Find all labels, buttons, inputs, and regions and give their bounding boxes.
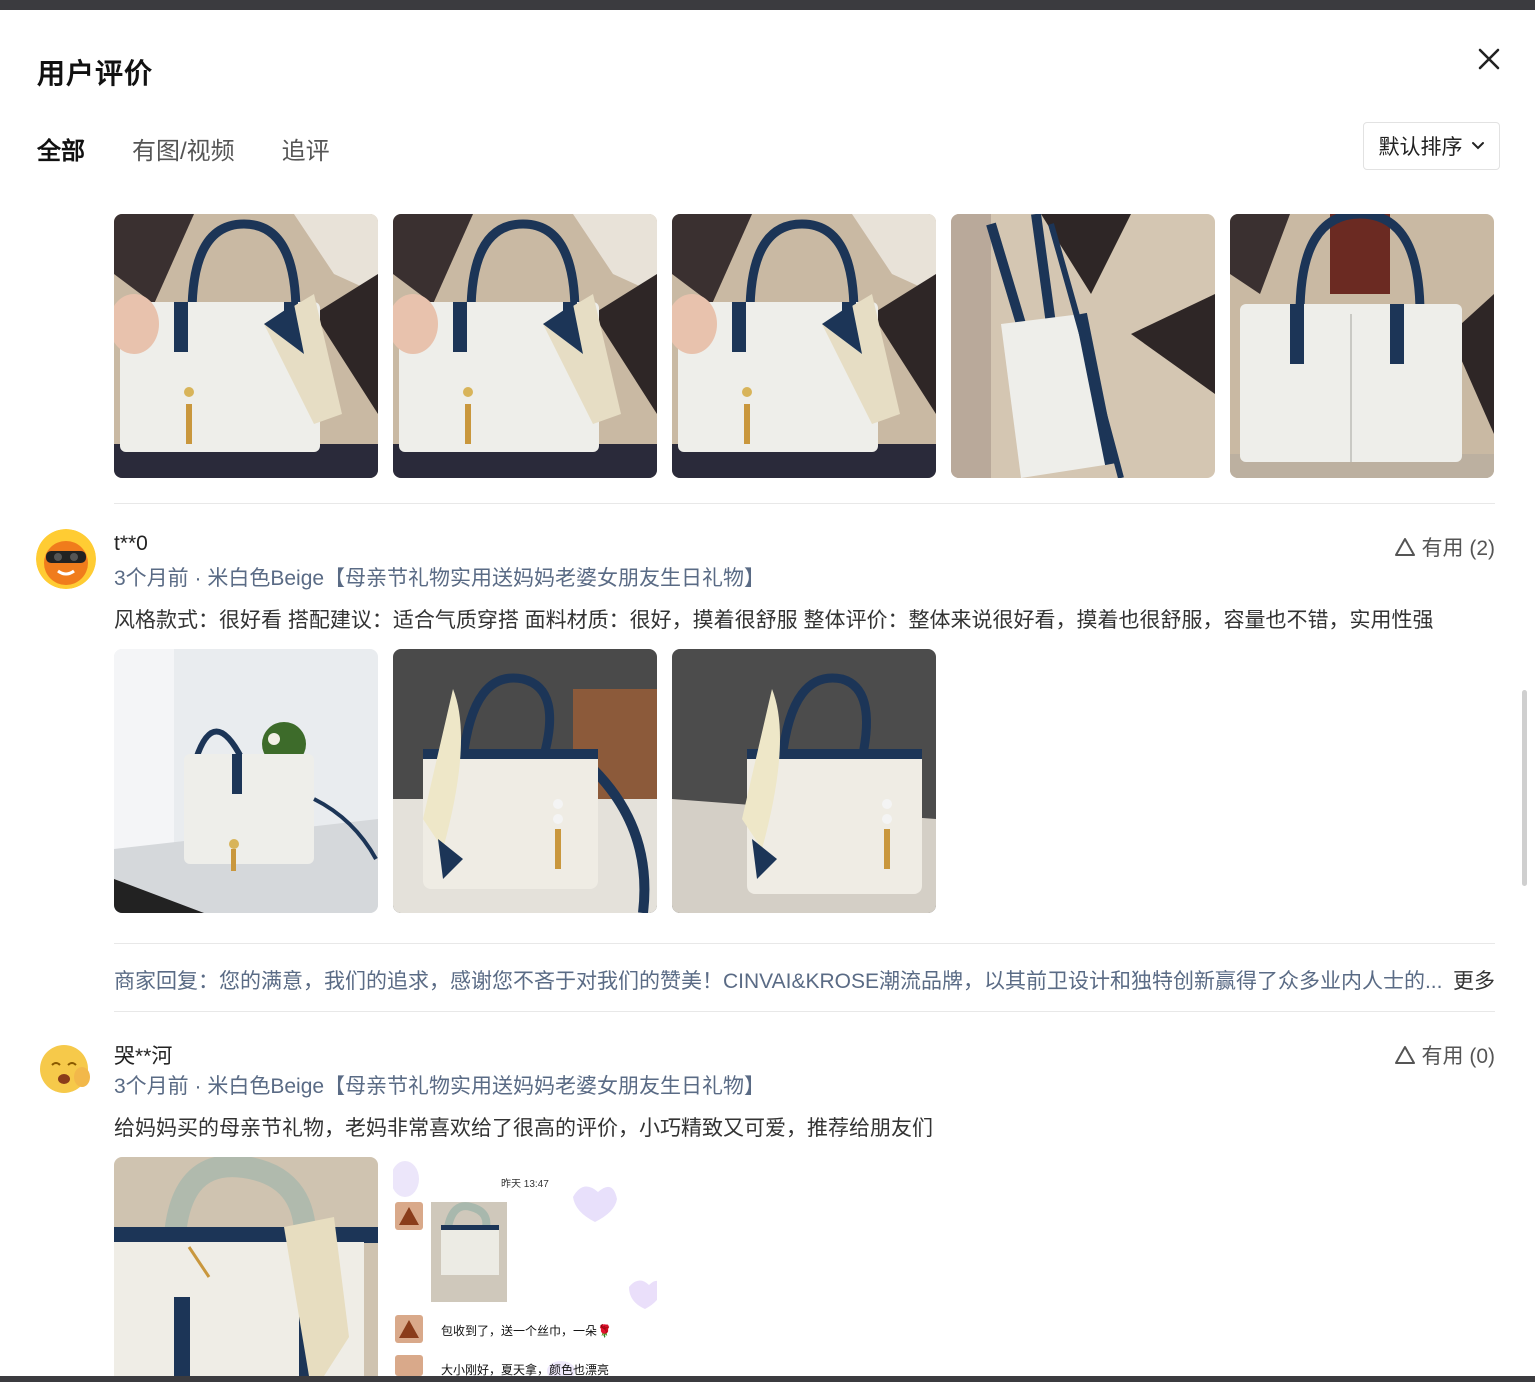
avatar[interactable]	[36, 529, 96, 589]
review-photo[interactable]	[672, 214, 936, 478]
review-photo[interactable]	[951, 214, 1215, 478]
tab-all[interactable]: 全部	[37, 131, 85, 166]
review-photo[interactable]	[114, 1157, 378, 1376]
review-photo[interactable]	[672, 649, 936, 913]
review-photos: 昨天 13:47 包收到了，送一个丝巾，一朵🌹 大小刚好，夏天拿，颜色也漂亮	[114, 1157, 657, 1376]
review-photo[interactable]	[393, 649, 657, 913]
review-photo[interactable]	[393, 214, 657, 478]
review-meta: 3个月前 · 米白色Beige【母亲节礼物实用送妈妈老婆女朋友生日礼物】	[114, 567, 766, 590]
scrollbar[interactable]	[1522, 690, 1527, 886]
close-icon	[1478, 48, 1500, 70]
review-comment: 风格款式：很好看 搭配建议：适合气质穿搭 面料材质：很好，摸着很舒服 整体评价：…	[114, 609, 1434, 632]
review-filter-tabs: 全部 有图/视频 追评	[37, 128, 330, 168]
review-photo[interactable]	[114, 214, 378, 478]
sort-label: 默认排序	[1378, 136, 1463, 159]
review-photos-previous	[114, 214, 1494, 478]
chat-time: 昨天 13:47	[501, 1179, 549, 1190]
useful-button[interactable]: 有用 (0)	[1394, 1040, 1496, 1070]
close-button[interactable]	[1474, 44, 1504, 74]
useful-count: 有用 (0)	[1421, 1045, 1496, 1068]
merchant-reply: 商家回复：您的满意，我们的追求，感谢您不吝于对我们的赞美！CINVAI&KROS…	[114, 965, 1495, 995]
review-username: 哭**河	[114, 1045, 173, 1068]
window-top-bar	[0, 0, 1535, 10]
review-photo[interactable]	[1230, 214, 1494, 478]
useful-count: 有用 (2)	[1421, 537, 1496, 560]
avatar[interactable]	[36, 1037, 96, 1097]
chat-screenshot[interactable]: 昨天 13:47 包收到了，送一个丝巾，一朵🌹 大小刚好，夏天拿，颜色也漂亮	[393, 1157, 657, 1376]
sort-dropdown[interactable]: 默认排序	[1363, 122, 1500, 170]
tab-with-media[interactable]: 有图/视频	[132, 131, 235, 166]
merchant-reply-text: 商家回复：您的满意，我们的追求，感谢您不吝于对我们的赞美！CINVAI&KROS…	[114, 970, 1443, 993]
useful-button[interactable]: 有用 (2)	[1394, 532, 1496, 562]
dialog-title: 用户评价	[37, 58, 154, 89]
review-photos	[114, 649, 936, 913]
review-username: t**0	[114, 532, 148, 555]
chevron-down-icon	[1471, 142, 1484, 150]
thumbs-up-icon	[1394, 1046, 1415, 1064]
review-photo[interactable]	[114, 649, 378, 913]
divider	[114, 1011, 1495, 1012]
reply-more-link[interactable]: 更多	[1453, 965, 1495, 995]
review-meta: 3个月前 · 米白色Beige【母亲节礼物实用送妈妈老婆女朋友生日礼物】	[114, 1075, 766, 1098]
chat-message: 包收到了，送一个丝巾，一朵🌹	[441, 1324, 612, 1338]
review-comment: 给妈妈买的母亲节礼物，老妈非常喜欢给了很高的评价，小巧精致又可爱，推荐给朋友们	[114, 1117, 933, 1140]
tab-follow-up[interactable]: 追评	[282, 131, 330, 166]
thumbs-up-icon	[1394, 538, 1415, 556]
window-bottom-bar	[0, 1376, 1535, 1382]
divider	[114, 503, 1495, 504]
chat-message: 大小刚好，夏天拿，颜色也漂亮	[441, 1363, 610, 1376]
divider	[114, 943, 1495, 944]
